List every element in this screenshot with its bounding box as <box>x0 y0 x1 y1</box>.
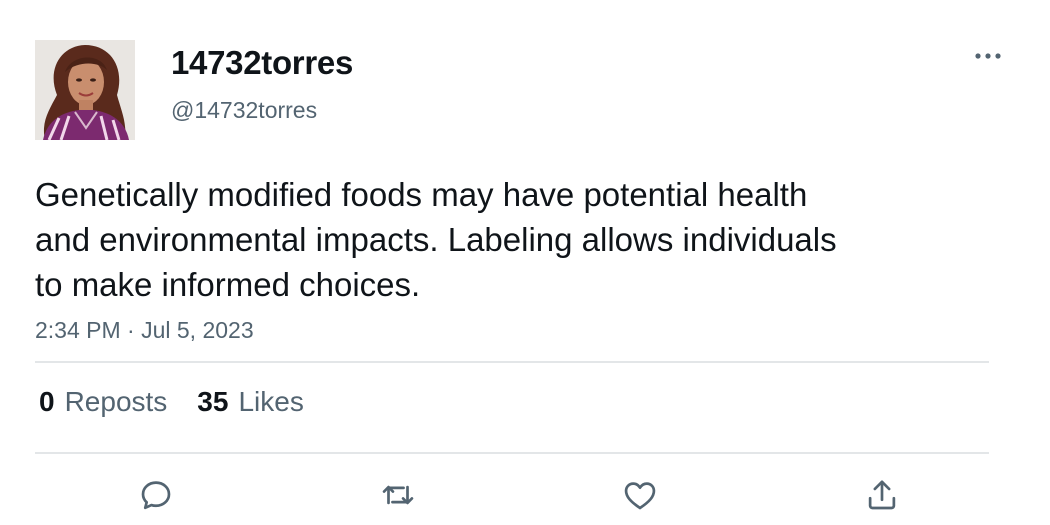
reply-button[interactable] <box>132 472 180 518</box>
tweet-text-line: Genetically modified foods may have pote… <box>35 176 808 213</box>
timestamp[interactable]: 2:34 PM · Jul 5, 2023 <box>35 317 254 344</box>
tweet-text: Genetically modified foods may have pote… <box>35 172 935 307</box>
user-handle[interactable]: @14732torres <box>171 97 317 124</box>
share-icon <box>868 480 896 510</box>
divider <box>35 452 989 454</box>
share-button[interactable] <box>858 472 906 518</box>
reply-icon <box>141 481 171 510</box>
likes-count: 35 <box>197 386 229 417</box>
like-icon <box>624 482 656 510</box>
profile-photo-icon <box>35 40 135 140</box>
likes-stat[interactable]: 35 Likes <box>197 386 304 418</box>
repost-icon <box>382 485 414 505</box>
avatar[interactable] <box>35 40 135 140</box>
action-bar <box>0 472 1050 522</box>
reposts-stat[interactable]: 0 Reposts <box>39 386 167 418</box>
reposts-count: 0 <box>39 386 55 417</box>
more-options-button[interactable] <box>968 40 1008 72</box>
tweet-text-line: and environmental impacts. Labeling allo… <box>35 221 837 258</box>
tweet-card: 14732torres @14732torres Genetically mod… <box>0 0 1050 525</box>
engagement-stats: 0 Reposts 35 Likes <box>39 386 334 418</box>
display-name[interactable]: 14732torres <box>171 44 353 82</box>
repost-button[interactable] <box>374 472 422 518</box>
reposts-label: Reposts <box>64 386 168 417</box>
likes-label: Likes <box>238 386 304 417</box>
more-options-icon <box>975 53 1001 59</box>
tweet-text-line: to make informed choices. <box>35 266 421 303</box>
divider <box>35 361 989 363</box>
like-button[interactable] <box>616 472 664 518</box>
